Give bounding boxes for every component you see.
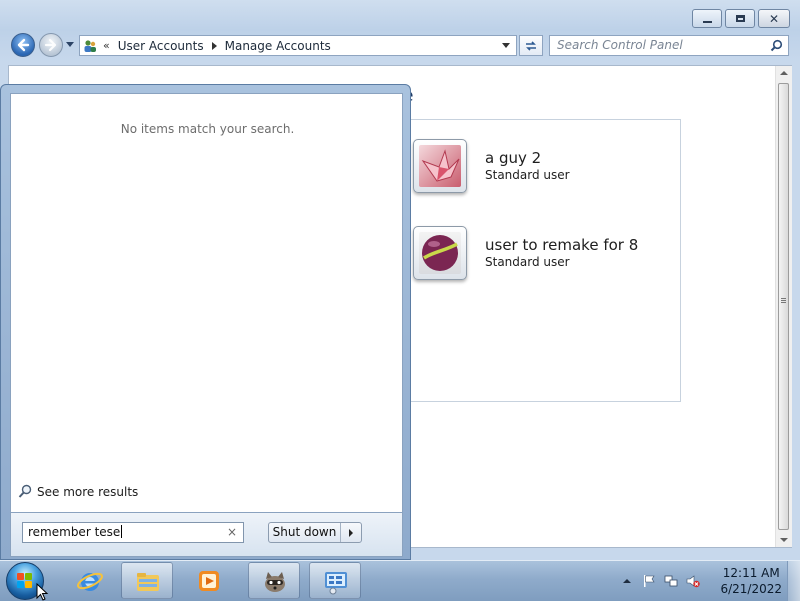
magnifier-icon (18, 484, 32, 498)
grip-icon (781, 298, 786, 304)
breadcrumb-manage-accounts[interactable]: Manage Accounts (225, 39, 331, 53)
taskbar-control-panel[interactable] (309, 562, 361, 599)
refresh-button[interactable] (519, 35, 543, 56)
account-item-user-to-remake[interactable]: user to remake for 8 Standard user (413, 226, 638, 280)
scroll-thumb[interactable] (778, 83, 789, 530)
taskbar-raccoon-app[interactable] (248, 562, 300, 599)
recent-pages-dropdown[interactable] (66, 42, 74, 47)
forward-button[interactable] (39, 33, 63, 57)
address-dropdown-icon[interactable] (502, 43, 510, 48)
close-icon: ✕ (768, 11, 780, 26)
taskbar-file-explorer[interactable] (121, 562, 173, 599)
clock-time: 12:11 AM (722, 566, 780, 580)
chevron-right-icon (349, 528, 353, 537)
file-explorer-icon (137, 573, 159, 591)
internet-explorer-icon (77, 572, 103, 591)
minimize-icon (702, 20, 712, 23)
taskbar: 12:11 AM 6/21/2022 (0, 560, 800, 601)
breadcrumb-overflow[interactable]: « (103, 39, 110, 52)
mouse-cursor-icon (36, 583, 49, 601)
see-more-results-link[interactable]: See more results (18, 484, 138, 499)
notification-area (620, 574, 700, 588)
breadcrumb-separator-icon[interactable] (211, 41, 217, 50)
billiard-ball-icon (422, 235, 458, 271)
account-picture-ball (413, 226, 467, 280)
scroll-up-icon[interactable] (780, 71, 788, 75)
arrow-right-icon (44, 38, 57, 52)
search-results-pane: No items match your search. See more res… (10, 93, 403, 513)
search-icon[interactable] (770, 39, 783, 52)
clock-date: 6/21/2022 (720, 582, 782, 596)
account-type: Standard user (485, 168, 570, 182)
back-button[interactable] (11, 33, 35, 57)
start-search-input[interactable]: remember tese × (22, 522, 244, 543)
account-name[interactable]: user to remake for 8 (485, 236, 638, 254)
start-menu: No items match your search. See more res… (0, 84, 411, 560)
shut-down-button[interactable]: Shut down (268, 522, 362, 543)
action-center-flag-icon[interactable] (642, 574, 656, 588)
volume-muted-icon[interactable] (686, 574, 700, 588)
network-icon[interactable] (664, 574, 678, 588)
raccoon-app-icon (265, 572, 285, 592)
show-hidden-icons[interactable] (620, 574, 634, 588)
system-clock[interactable]: 12:11 AM 6/21/2022 (720, 565, 782, 597)
user-accounts-icon (83, 39, 97, 53)
origami-crane-icon (421, 149, 460, 182)
control-panel-icon (325, 572, 347, 595)
start-menu-bottom: remember tese × Shut down (10, 513, 403, 557)
search-control-panel-input[interactable]: Search Control Panel (549, 35, 789, 56)
scroll-down-icon[interactable] (780, 538, 788, 542)
taskbar-internet-explorer[interactable] (64, 562, 116, 599)
search-placeholder: Search Control Panel (557, 38, 683, 52)
see-more-label[interactable]: See more results (37, 485, 138, 499)
breadcrumb-user-accounts[interactable]: User Accounts (118, 39, 204, 53)
vertical-scrollbar[interactable] (775, 66, 792, 547)
windows-logo-icon (17, 573, 33, 589)
account-picture-crane (413, 139, 467, 193)
show-desktop-button[interactable] (787, 561, 800, 601)
arrow-left-icon (17, 38, 30, 52)
account-name[interactable]: a guy 2 (485, 149, 570, 167)
account-type: Standard user (485, 255, 570, 269)
account-item-a-guy-2[interactable]: a guy 2 Standard user (413, 139, 570, 193)
address-bar[interactable]: « User Accounts Manage Accounts (79, 35, 517, 56)
text-caret (121, 525, 123, 538)
maximize-icon (735, 15, 745, 22)
minimize-button[interactable] (692, 9, 722, 28)
no-results-message: No items match your search. (120, 122, 295, 136)
maximize-button[interactable] (725, 9, 755, 28)
clear-search-icon[interactable]: × (227, 523, 237, 542)
caption-buttons: ✕ (692, 9, 790, 28)
shut-down-options-arrow[interactable] (341, 523, 361, 542)
shut-down-label[interactable]: Shut down (269, 523, 341, 542)
refresh-icon (526, 40, 536, 51)
media-player-icon (199, 571, 219, 591)
taskbar-media-player[interactable] (183, 562, 235, 599)
start-search-value[interactable]: remember tese (28, 525, 120, 539)
close-button[interactable]: ✕ (758, 9, 790, 28)
